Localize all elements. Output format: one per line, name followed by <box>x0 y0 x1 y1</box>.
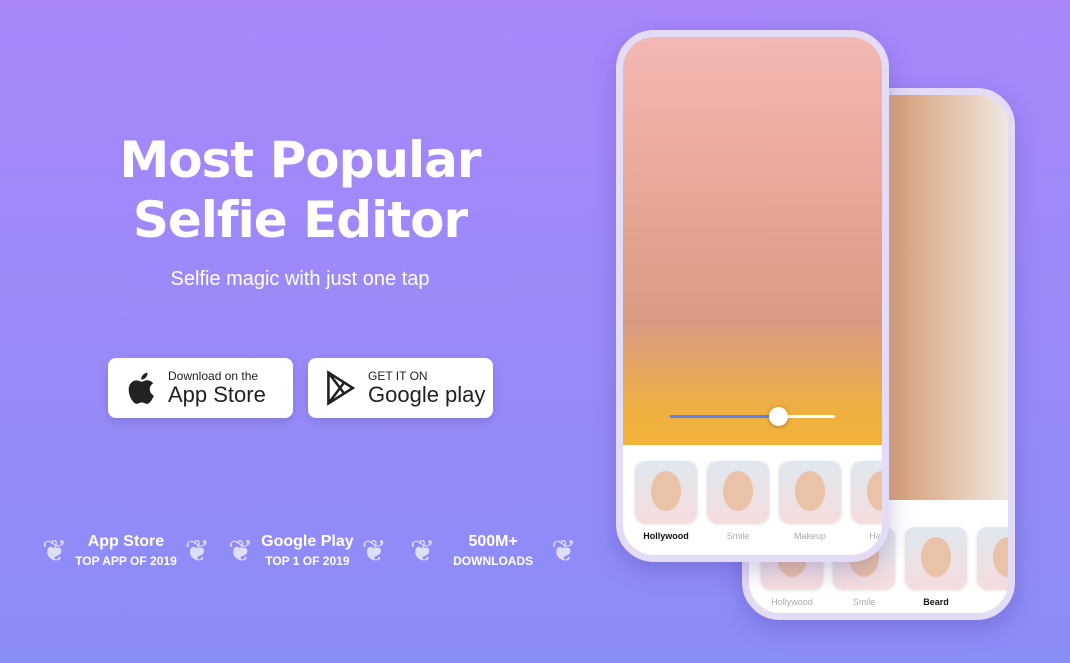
button-small-text: GET IT ON <box>368 369 428 383</box>
award-title: 500M+ <box>468 533 518 550</box>
award-subtitle: TOP APP OF 2019 <box>75 554 177 568</box>
laurel-right-icon: ❦ <box>361 534 387 568</box>
intensity-slider[interactable] <box>670 407 835 426</box>
woman-photo <box>623 37 882 445</box>
filter-label: Smile <box>726 531 750 541</box>
laurel-right-icon: ❦ <box>184 534 210 568</box>
button-small-text: Download on the <box>168 369 259 383</box>
laurel-left-icon: ❦ <box>42 534 68 568</box>
award-app-store: ❦ App Store TOP APP OF 2019 ❦ <box>42 532 210 570</box>
award-title: Google Play <box>261 533 354 550</box>
google-play-icon <box>327 370 356 406</box>
filter-beard[interactable]: Beard <box>905 527 967 607</box>
award-subtitle: DOWNLOADS <box>453 554 534 568</box>
filter-label: Hollywood <box>771 597 813 607</box>
filter-list: Hollywood Smile Makeup Hair C <box>635 461 886 541</box>
laurel-right-icon: ❦ <box>551 534 577 568</box>
title-line: Selfie Editor <box>132 191 468 249</box>
title-line: Most Popular <box>119 131 481 189</box>
google-play-button[interactable]: GET IT ON Google play <box>308 358 493 418</box>
hero-subtitle: Selfie magic with just one tap <box>170 268 430 290</box>
filter-hollywood[interactable]: Hollywood <box>635 461 697 541</box>
front-phone: Hollywood Smile Makeup Hair C <box>616 30 889 562</box>
filter-makeup[interactable]: Makeup <box>779 461 841 541</box>
filter-label: Hollywood <box>643 531 689 541</box>
button-large-text: App Store <box>168 382 266 407</box>
filter-label: Co <box>1002 597 1014 607</box>
filter-label: Beard <box>923 597 949 607</box>
filter-smile[interactable]: Smile <box>707 461 769 541</box>
apple-icon <box>128 372 154 404</box>
award-subtitle: TOP 1 OF 2019 <box>265 554 350 568</box>
filter-co[interactable]: Co <box>977 527 1014 607</box>
filter-label: Makeup <box>793 531 827 541</box>
award-google-play: ❦ Google Play TOP 1 OF 2019 ❦ <box>228 532 387 570</box>
award-downloads: ❦ 500M+ DOWNLOADS ❦ <box>410 532 576 570</box>
app-store-button[interactable]: Download on the App Store <box>108 358 293 418</box>
laurel-left-icon: ❦ <box>228 534 254 568</box>
filter-label: Hair C <box>869 531 886 541</box>
slider-knob[interactable] <box>768 407 788 426</box>
hero-title: Most Popular Selfie Editor <box>60 130 540 250</box>
filter-label: Smile <box>852 597 876 607</box>
button-large-text: Google play <box>368 382 486 407</box>
laurel-left-icon: ❦ <box>410 534 436 568</box>
filter-hair[interactable]: Hair C <box>851 461 886 541</box>
award-title: App Store <box>87 533 165 550</box>
